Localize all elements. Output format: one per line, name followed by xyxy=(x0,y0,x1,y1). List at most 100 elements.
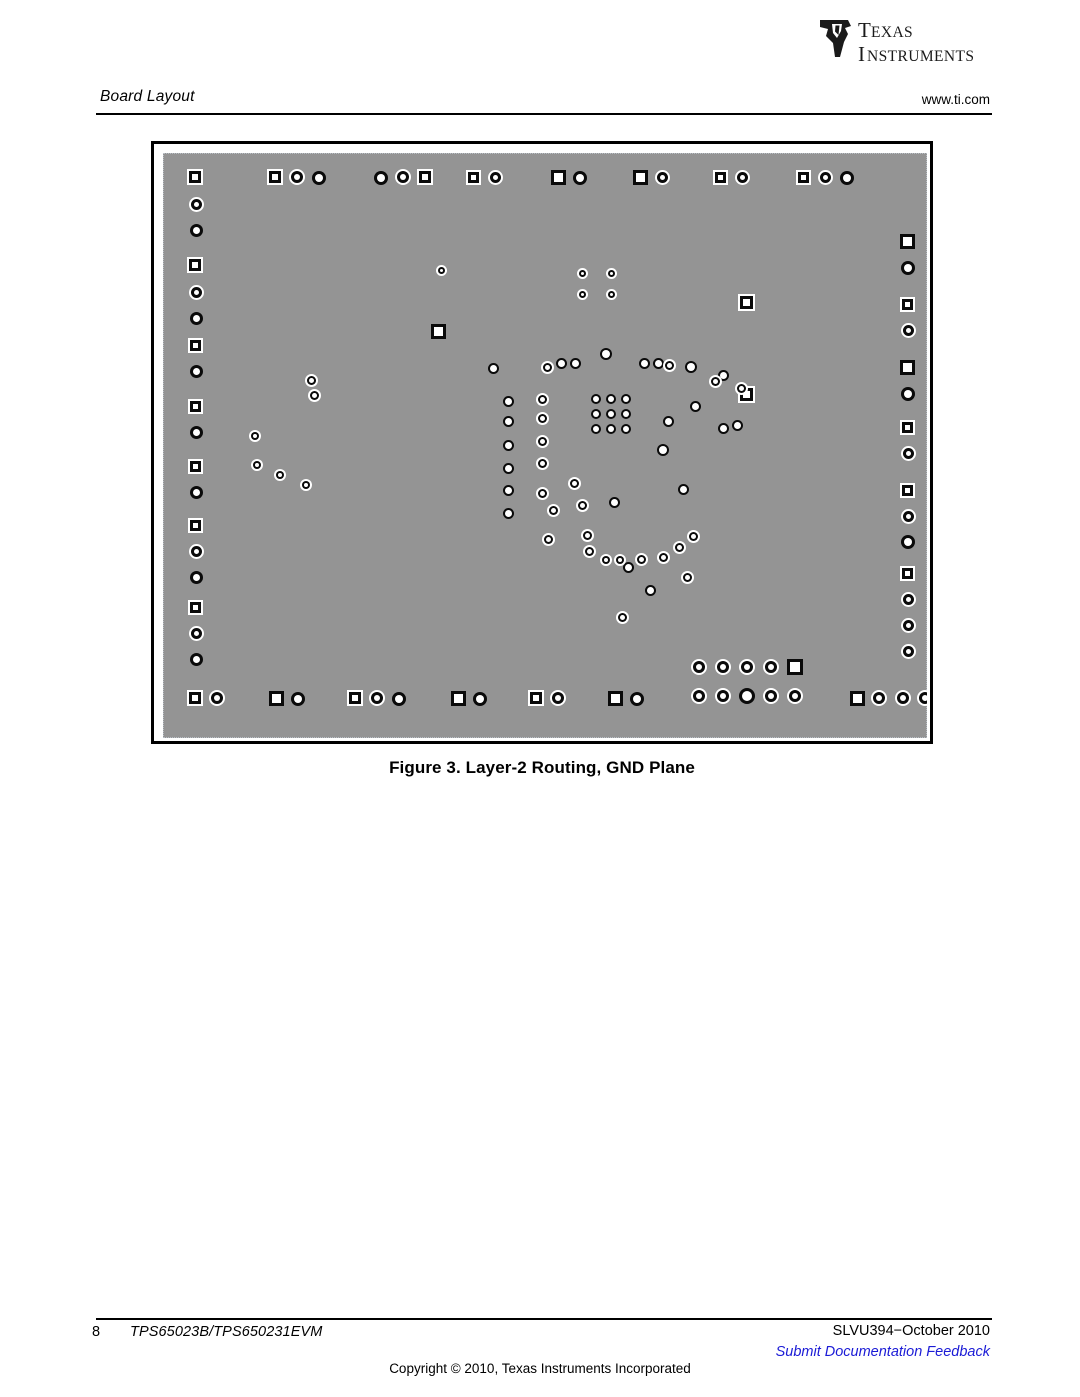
pcb-via xyxy=(304,373,318,387)
pcb-round-pad xyxy=(840,171,854,185)
pcb-via xyxy=(634,552,648,566)
pcb-square-pad xyxy=(267,169,283,185)
pcb-round-pad xyxy=(900,617,916,633)
pcb-via xyxy=(621,409,631,419)
pcb-square-pad xyxy=(737,293,755,311)
pcb-via xyxy=(606,409,616,419)
header-website: www.ti.com xyxy=(921,92,990,107)
pcb-square-pad xyxy=(187,599,203,615)
pcb-via xyxy=(621,424,631,434)
footer-divider xyxy=(96,1318,992,1320)
pcb-via xyxy=(274,469,286,481)
pcb-square-pad xyxy=(417,169,433,185)
svg-text:T: T xyxy=(858,18,871,42)
pcb-via xyxy=(731,419,743,431)
pcb-via xyxy=(251,459,263,471)
pcb-via xyxy=(708,374,722,388)
pcb-via xyxy=(487,362,499,374)
pcb-via xyxy=(591,394,601,404)
footer-copyright: Copyright © 2010, Texas Instruments Inco… xyxy=(389,1361,691,1376)
pcb-via xyxy=(734,381,748,395)
pcb-square-pad xyxy=(528,690,544,706)
pcb-via xyxy=(600,348,612,360)
pcb-via xyxy=(535,392,549,406)
pcb-via xyxy=(638,357,650,369)
pcb-via xyxy=(502,439,514,451)
pcb-round-pad xyxy=(188,284,204,300)
pcb-via xyxy=(582,544,596,558)
pcb-round-pad xyxy=(654,169,670,185)
submit-documentation-feedback-link[interactable]: Submit Documentation Feedback xyxy=(776,1344,990,1360)
page-header: Board Layout www.ti.com xyxy=(96,88,992,118)
pcb-square-pad xyxy=(899,359,915,375)
pcb-round-pad xyxy=(189,425,203,439)
figure-caption: Figure 3. Layer-2 Routing, GND Plane xyxy=(389,758,695,777)
pcb-via xyxy=(656,550,670,564)
pcb-via xyxy=(717,422,729,434)
pcb-round-pad xyxy=(787,688,803,704)
pcb-via xyxy=(569,357,581,369)
pcb-round-pad xyxy=(312,171,326,185)
pcb-round-pad xyxy=(369,690,385,706)
pcb-via xyxy=(541,532,555,546)
pcb-round-pad xyxy=(473,692,487,706)
pcb-via xyxy=(555,357,567,369)
pcb-round-pad xyxy=(188,625,204,641)
pcb-round-pad xyxy=(550,690,566,706)
pcb-via xyxy=(652,357,664,369)
pcb-square-pad xyxy=(450,690,466,706)
footer-page-number: 8 xyxy=(92,1324,101,1340)
pcb-round-pad xyxy=(691,659,707,675)
pcb-round-pad xyxy=(392,692,406,706)
pcb-via xyxy=(576,267,588,279)
pcb-round-pad xyxy=(900,643,916,659)
pcb-square-pad xyxy=(187,337,203,353)
pcb-square-pad xyxy=(187,517,203,533)
header-divider xyxy=(96,113,992,115)
pcb-square-pad xyxy=(187,690,203,706)
pcb-square-pad xyxy=(465,169,481,185)
header-section-title: Board Layout xyxy=(100,88,195,105)
pcb-square-pad xyxy=(550,169,566,185)
pcb-square-pad xyxy=(632,169,648,185)
pcb-via xyxy=(677,483,689,495)
pcb-square-pad xyxy=(712,169,728,185)
pcb-via xyxy=(662,358,676,372)
pcb-round-pad xyxy=(901,387,915,401)
pcb-via xyxy=(540,360,554,374)
pcb-via xyxy=(546,503,560,517)
pcb-square-pad xyxy=(430,323,446,339)
pcb-square-pad xyxy=(268,690,284,706)
pcb-round-pad xyxy=(189,364,203,378)
pcb-via xyxy=(502,395,514,407)
pcb-round-pad xyxy=(871,690,887,706)
pcb-gnd-plane xyxy=(163,153,927,738)
pcb-round-pad xyxy=(900,445,916,461)
pcb-round-pad xyxy=(900,322,916,338)
pcb-via xyxy=(605,288,617,300)
pcb-round-pad xyxy=(395,169,411,185)
pcb-via xyxy=(502,484,514,496)
pcb-via xyxy=(580,528,594,542)
svg-text:EXAS: EXAS xyxy=(871,24,913,41)
pcb-round-pad xyxy=(189,652,203,666)
pcb-round-pad xyxy=(291,692,305,706)
pcb-via xyxy=(591,409,601,419)
pcb-via xyxy=(606,424,616,434)
pcb-square-pad xyxy=(899,482,915,498)
pcb-via xyxy=(502,462,514,474)
pcb-square-pad xyxy=(787,659,803,675)
pcb-round-pad xyxy=(188,543,204,559)
footer-document-name: TPS65023B/TPS650231EVM xyxy=(130,1324,323,1340)
pcb-via xyxy=(608,496,620,508)
pcb-via xyxy=(502,507,514,519)
pcb-via xyxy=(591,424,601,434)
pcb-via xyxy=(600,554,612,566)
pcb-round-pad xyxy=(487,169,503,185)
pcb-square-pad xyxy=(607,690,623,706)
pcb-round-pad xyxy=(817,169,833,185)
pcb-via xyxy=(576,288,588,300)
pcb-round-pad xyxy=(895,690,911,706)
pcb-round-pad xyxy=(573,171,587,185)
pcb-round-pad xyxy=(917,690,927,706)
